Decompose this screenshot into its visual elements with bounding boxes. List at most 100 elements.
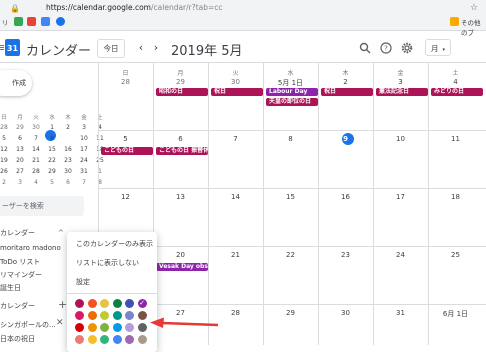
day-number[interactable]: 20 <box>153 251 208 259</box>
color-swatch[interactable] <box>112 311 122 320</box>
mini-calendar-day[interactable]: 21 <box>28 157 44 164</box>
mini-calendar-day[interactable]: 6 <box>60 179 76 186</box>
color-swatch[interactable] <box>100 299 109 308</box>
mini-calendar-day[interactable]: 2 <box>60 124 76 131</box>
color-swatch[interactable] <box>75 299 84 308</box>
day-number[interactable]: 16 <box>318 193 373 201</box>
search-icon[interactable] <box>359 42 371 54</box>
color-swatch[interactable] <box>100 323 109 332</box>
day-number[interactable]: 25 <box>428 251 483 259</box>
day-number[interactable]: 21 <box>208 251 263 259</box>
calendar-list-item[interactable]: ToDo リスト <box>0 257 40 267</box>
mini-calendar-day[interactable]: 23 <box>60 157 76 164</box>
day-number[interactable]: 30 <box>208 78 263 86</box>
mini-calendar-day[interactable]: 25 <box>92 157 108 164</box>
mini-calendar-day[interactable]: 12 <box>0 146 12 153</box>
search-people-input[interactable]: ーザーを検索 <box>0 196 84 216</box>
mini-calendar-day[interactable]: 22 <box>44 157 60 164</box>
event-chip[interactable]: 祝日 <box>211 88 263 96</box>
mini-calendar-day[interactable]: 4 <box>28 179 44 186</box>
color-swatch[interactable] <box>75 311 84 320</box>
day-number[interactable]: 30 <box>318 309 373 317</box>
mini-calendar-day[interactable]: 30 <box>60 168 76 175</box>
mini-calendar-day[interactable]: 3 <box>12 179 28 186</box>
day-number[interactable]: 6月 1日 <box>428 309 483 319</box>
calendar-list-item[interactable]: moritaro madono <box>0 244 61 252</box>
event-chip[interactable]: 昭和の日 <box>156 88 208 96</box>
event-chip[interactable]: Labour Day <box>266 88 318 96</box>
chevron-up-icon[interactable]: ^ <box>58 229 64 237</box>
color-swatch[interactable] <box>112 299 122 308</box>
day-number[interactable]: 15 <box>263 193 318 201</box>
day-number[interactable]: 18 <box>428 193 483 201</box>
mini-calendar-day[interactable]: 7 <box>76 179 92 186</box>
calendar-list-item-singapore[interactable]: シンガポールの... <box>0 320 56 330</box>
mini-calendar-day[interactable]: 5 <box>44 179 60 186</box>
help-icon[interactable]: ? <box>380 42 392 54</box>
event-chip[interactable]: こどもの日 <box>101 147 153 155</box>
bookmark-favicon-icon[interactable] <box>14 17 23 26</box>
bookmark-favicon-icon[interactable] <box>56 17 65 26</box>
mini-calendar-day[interactable]: 1 <box>92 168 108 175</box>
mini-calendar-day[interactable]: 8 <box>44 135 60 142</box>
mini-calendar-day[interactable]: 8 <box>92 179 108 186</box>
day-number[interactable]: 17 <box>373 193 428 201</box>
mini-calendar-day[interactable]: 24 <box>76 157 92 164</box>
color-swatch[interactable] <box>75 335 84 344</box>
bookmark-label[interactable]: リ <box>2 17 9 27</box>
star-icon[interactable]: ☆ <box>470 3 478 13</box>
color-swatch[interactable] <box>112 323 122 332</box>
color-swatch[interactable] <box>125 335 134 344</box>
close-icon[interactable]: ✕ <box>56 318 64 328</box>
day-number[interactable]: 29 <box>153 78 208 86</box>
day-number[interactable]: 5月 1日 <box>263 78 318 88</box>
mini-calendar-day[interactable]: 13 <box>12 146 28 153</box>
other-bookmarks[interactable]: その他のブ <box>461 17 486 37</box>
bookmark-favicon-icon[interactable] <box>27 17 36 26</box>
mini-calendar-day[interactable]: 29 <box>44 168 60 175</box>
mini-calendar-day[interactable]: 2 <box>0 179 12 186</box>
day-number[interactable]: 23 <box>318 251 373 259</box>
color-swatch[interactable] <box>125 311 134 320</box>
color-swatch[interactable] <box>75 323 84 332</box>
day-number[interactable]: 8 <box>263 135 318 143</box>
mini-calendar-day[interactable]: 17 <box>76 146 92 153</box>
color-swatch[interactable] <box>137 311 147 320</box>
event-chip[interactable]: 憲法記念日 <box>376 88 428 96</box>
day-number[interactable]: 3 <box>373 78 428 86</box>
mini-calendar-day[interactable]: 16 <box>60 146 76 153</box>
color-swatch[interactable]: ✓ <box>137 299 147 308</box>
mini-calendar-day[interactable]: 28 <box>28 168 44 175</box>
day-number[interactable]: 11 <box>428 135 483 143</box>
mini-calendar-day[interactable]: 30 <box>28 124 44 131</box>
mini-calendar-day[interactable]: 3 <box>76 124 92 131</box>
color-swatch[interactable] <box>87 335 97 344</box>
day-number[interactable]: 6 <box>153 135 208 143</box>
color-swatch[interactable] <box>125 323 134 332</box>
today-button[interactable]: 今日 <box>97 39 125 58</box>
mini-calendar-day[interactable]: 28 <box>0 124 12 131</box>
event-chip[interactable]: こどもの日 振替休 <box>156 147 208 155</box>
mini-calendar-day[interactable]: 31 <box>76 168 92 175</box>
color-swatch[interactable] <box>112 335 122 344</box>
day-number[interactable]: 13 <box>153 193 208 201</box>
view-select[interactable]: 月 ▾ <box>425 39 451 56</box>
next-month-button[interactable]: › <box>150 41 162 54</box>
calendar-list-item[interactable]: リマインダー <box>0 270 42 280</box>
day-number[interactable]: 28 <box>98 78 153 86</box>
create-button[interactable]: 作成 <box>0 70 32 96</box>
menu-item-settings[interactable]: 設定 <box>76 277 90 287</box>
address-bar[interactable]: https://calendar.google.com/calendar/r?t… <box>46 3 223 12</box>
day-number[interactable]: 4 <box>428 78 483 86</box>
day-number[interactable]: 14 <box>208 193 263 201</box>
other-calendars-header[interactable]: カレンダー <box>0 301 35 311</box>
folder-icon[interactable] <box>450 17 459 26</box>
day-number[interactable]: 24 <box>373 251 428 259</box>
day-number[interactable]: 22 <box>263 251 318 259</box>
menu-item-show-only[interactable]: このカレンダーのみ表示 <box>76 239 153 249</box>
mini-calendar-day[interactable]: 9 <box>60 135 76 142</box>
color-swatch[interactable] <box>100 335 109 344</box>
event-chip[interactable]: 天皇の即位の日 <box>266 98 318 106</box>
mini-calendar-day[interactable]: 19 <box>0 157 12 164</box>
calendar-list-item-japan-holidays[interactable]: 日本の祝日 <box>0 334 35 344</box>
